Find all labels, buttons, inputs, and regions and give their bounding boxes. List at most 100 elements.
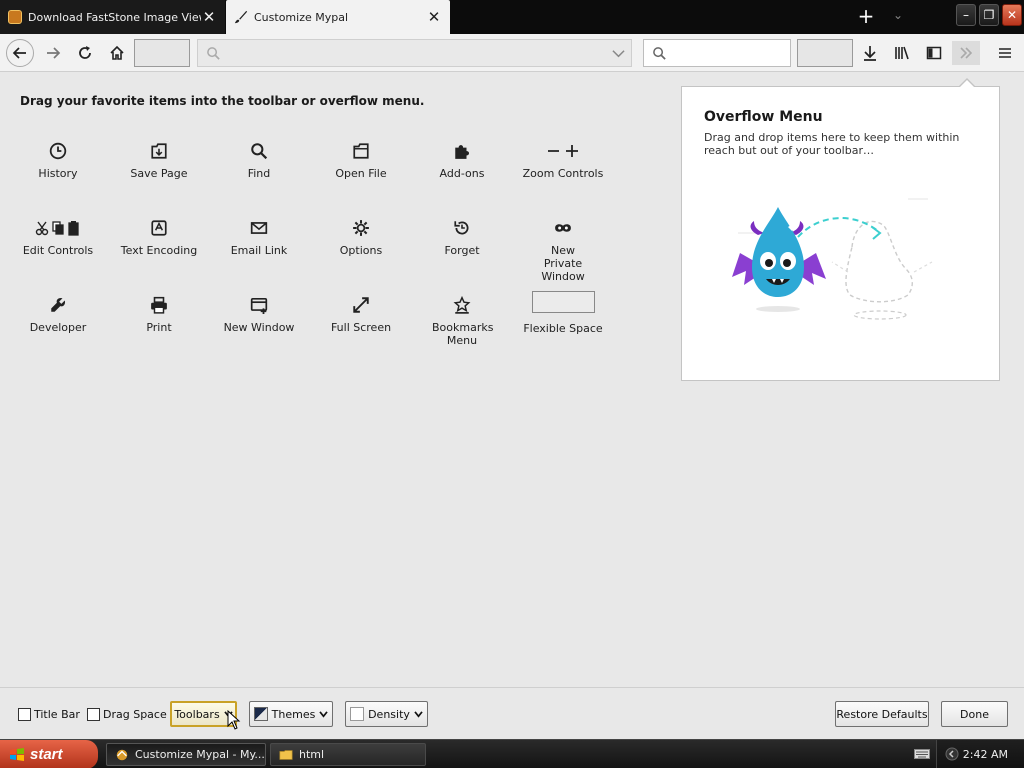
- forward-arrow-icon: [47, 47, 61, 59]
- edit-icon: [35, 221, 79, 236]
- palette-item-label: Flexible Space: [523, 322, 603, 335]
- themes-label: Themes: [271, 707, 316, 721]
- close-tab-icon[interactable]: ✕: [426, 8, 442, 26]
- forward-button[interactable]: [40, 41, 66, 65]
- back-arrow-icon: [12, 47, 26, 59]
- forget-icon: [454, 221, 469, 235]
- palette-item-zoom-controls[interactable]: Zoom Controls: [513, 140, 613, 180]
- toolbar-spacer-placeholder: [797, 39, 853, 67]
- done-button[interactable]: Done: [941, 701, 1008, 727]
- clock-icon: [49, 142, 67, 160]
- url-dropdown-chevron-icon[interactable]: [612, 48, 625, 59]
- palette-item-print[interactable]: Print: [109, 294, 209, 334]
- search-icon: [207, 47, 220, 60]
- save-page-icon: [151, 143, 167, 159]
- taskbar-item-label: html: [299, 748, 325, 761]
- flexible-space-box: [531, 291, 595, 313]
- palette-item-save-page[interactable]: Save Page: [109, 140, 209, 180]
- density-label: Density: [368, 707, 410, 721]
- customize-footer: Title Bar Drag Space Toolbars Themes Den…: [0, 687, 1024, 739]
- toolbar-spacer-placeholder: [134, 39, 190, 67]
- url-bar[interactable]: [197, 39, 632, 67]
- brush-icon: [234, 10, 248, 24]
- tab-customize[interactable]: Customize Mypal ✕: [226, 0, 450, 34]
- restore-defaults-button[interactable]: Restore Defaults: [835, 701, 929, 727]
- overflow-menu-panel[interactable]: Overflow Menu Drag and drop items here t…: [681, 86, 1000, 381]
- overflow-illustration-icon: [732, 198, 933, 320]
- palette-item-email-link[interactable]: Email Link: [209, 217, 309, 257]
- tab-list-chevron-icon[interactable]: ⌄: [888, 8, 908, 26]
- palette-item-label: Email Link: [230, 244, 288, 257]
- palette-item-find[interactable]: Find: [209, 140, 309, 180]
- home-button[interactable]: [104, 41, 130, 65]
- search-icon: [653, 47, 666, 60]
- downloads-button[interactable]: [857, 41, 883, 65]
- hamburger-menu-button[interactable]: [992, 41, 1018, 65]
- envelope-icon: [250, 222, 268, 234]
- minimize-button[interactable]: –: [956, 4, 976, 26]
- start-button[interactable]: start: [0, 740, 98, 768]
- back-button[interactable]: [6, 39, 34, 67]
- close-window-button[interactable]: ✕: [1002, 4, 1022, 26]
- palette-item-add-ons[interactable]: Add-ons: [412, 140, 512, 180]
- taskbar-item-mypal[interactable]: Customize Mypal - My...: [106, 743, 266, 766]
- windows-flag-icon: [10, 748, 24, 761]
- library-icon: [895, 46, 909, 60]
- palette-item-label: Text Encoding: [120, 244, 198, 257]
- density-swatch-icon: [350, 707, 365, 721]
- themes-button[interactable]: Themes: [249, 701, 333, 727]
- mask-icon: [555, 224, 571, 232]
- checkbox-box[interactable]: [87, 708, 100, 721]
- palette-item-new-window[interactable]: New Window: [209, 294, 309, 334]
- folder-icon: [353, 143, 369, 159]
- reload-icon: [79, 46, 91, 59]
- search-bar[interactable]: [643, 39, 791, 67]
- checkbox-box[interactable]: [18, 708, 31, 721]
- mypal-app-icon: [116, 749, 128, 761]
- restore-button[interactable]: ❐: [979, 4, 999, 26]
- clock: 2:42 AM: [962, 748, 1008, 761]
- encoding-icon: [151, 220, 167, 236]
- magnifier-icon: [251, 143, 268, 160]
- chevron-down-icon: [414, 710, 423, 718]
- palette-item-edit-controls[interactable]: Edit Controls: [8, 217, 108, 257]
- faststone-favicon-icon: [8, 10, 22, 24]
- palette-item-label: Save Page: [130, 167, 188, 180]
- sidebar-icon: [926, 46, 942, 60]
- palette-item-label: Edit Controls: [22, 244, 94, 257]
- palette-item-label: Zoom Controls: [522, 167, 604, 180]
- library-button[interactable]: [889, 41, 915, 65]
- close-tab-icon[interactable]: ✕: [201, 8, 217, 26]
- palette-item-bookmarks-menu[interactable]: Bookmarks Menu: [412, 294, 512, 347]
- palette-item-open-file[interactable]: Open File: [311, 140, 411, 180]
- palette-item-forget[interactable]: Forget: [412, 217, 512, 257]
- palette-item-label: Print: [146, 321, 172, 334]
- keyboard-tray-icon[interactable]: [914, 748, 930, 760]
- palette-item-label: Options: [339, 244, 383, 257]
- palette-item-new-private-window[interactable]: New Private Window: [513, 217, 613, 283]
- title-bar-checkbox[interactable]: Title Bar: [18, 708, 80, 721]
- palette-item-flexible-space[interactable]: Flexible Space: [513, 290, 613, 335]
- tab-faststone[interactable]: Download FastStone Image Viewer ✕: [0, 0, 225, 34]
- sidebar-button[interactable]: [921, 41, 947, 65]
- drag-space-checkbox[interactable]: Drag Space: [87, 708, 167, 721]
- palette-item-history[interactable]: History: [8, 140, 108, 180]
- taskbar-item-html[interactable]: html: [270, 743, 426, 766]
- printer-icon: [151, 296, 167, 314]
- chevron-down-icon: [319, 710, 329, 718]
- palette-item-developer[interactable]: Developer: [8, 294, 108, 334]
- reload-button[interactable]: [72, 41, 98, 65]
- palette-item-text-encoding[interactable]: Text Encoding: [109, 217, 209, 257]
- palette-item-label: Bookmarks Menu: [432, 321, 494, 347]
- tray-expand-chevron-icon[interactable]: [945, 747, 959, 761]
- chevron-double-right-icon: [960, 47, 973, 59]
- density-button[interactable]: Density: [345, 701, 428, 727]
- palette-item-label: Open File: [335, 167, 387, 180]
- palette-item-label: Forget: [444, 244, 480, 257]
- gear-icon: [353, 220, 369, 236]
- palette-item-options[interactable]: Options: [311, 217, 411, 257]
- overflow-menu-button[interactable]: [952, 41, 980, 65]
- palette-item-label: Add-ons: [439, 167, 485, 180]
- palette-item-full-screen[interactable]: Full Screen: [311, 294, 411, 334]
- new-tab-plus-icon[interactable]: +: [854, 6, 878, 28]
